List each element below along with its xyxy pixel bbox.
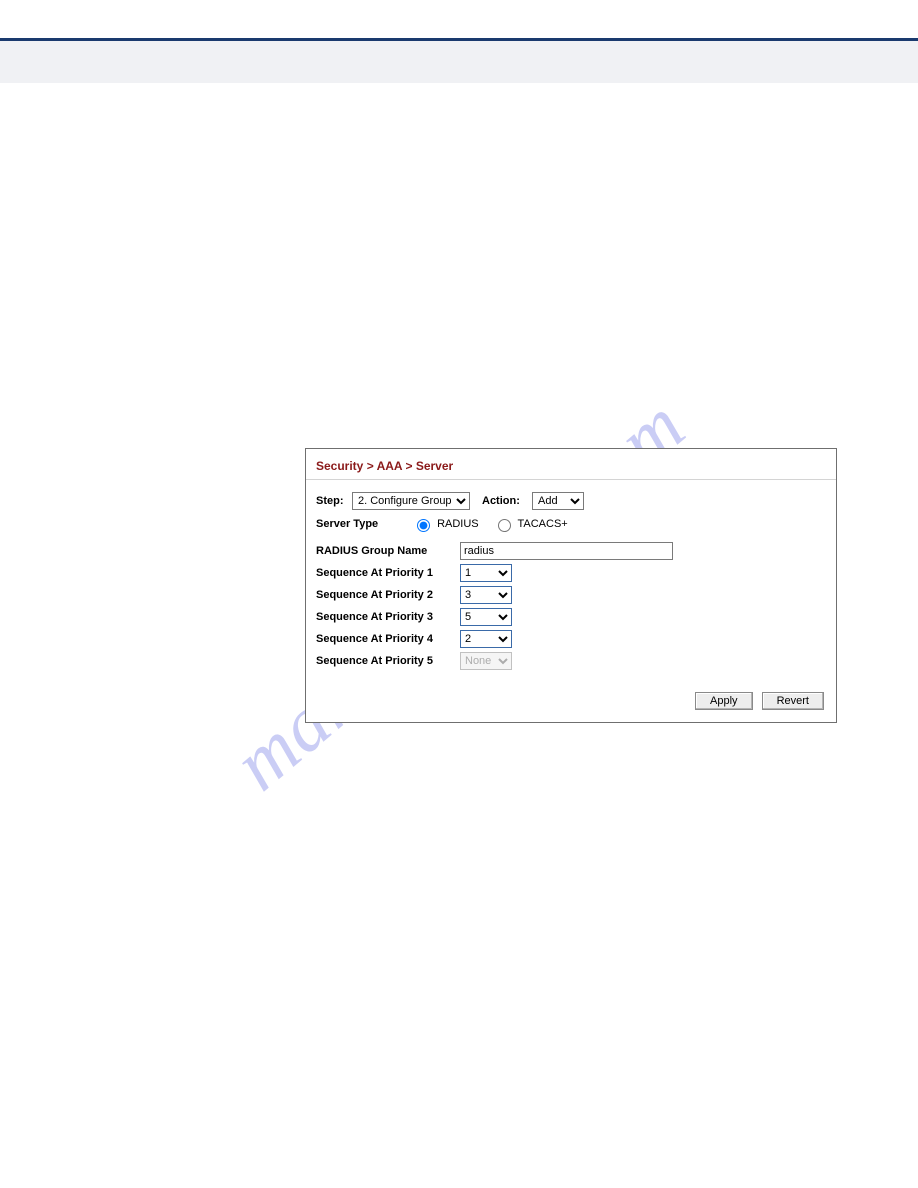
action-select[interactable]: Add [532,492,584,510]
radio-tacacs[interactable] [498,519,511,532]
priority-row-2: Sequence At Priority 2 3 [316,586,826,604]
priority-select-1[interactable]: 1 [460,564,512,582]
revert-button[interactable]: Revert [762,692,824,710]
priority-row-5: Sequence At Priority 5 None [316,652,826,670]
priority-label-5: Sequence At Priority 5 [316,655,460,667]
priority-select-5: None [460,652,512,670]
radio-radius-text: RADIUS [437,518,479,530]
server-type-row: Server Type RADIUS TACACS+ [316,516,826,532]
priority-label-2: Sequence At Priority 2 [316,589,460,601]
priority-row-4: Sequence At Priority 4 2 [316,630,826,648]
priority-select-4[interactable]: 2 [460,630,512,648]
apply-button[interactable]: Apply [695,692,753,710]
priority-label-4: Sequence At Priority 4 [316,633,460,645]
radio-tacacs-text: TACACS+ [517,518,567,530]
priority-label-3: Sequence At Priority 3 [316,611,460,623]
radio-radius-label[interactable]: RADIUS [412,516,479,532]
panel-body: Step: 2. Configure Group Action: Add Ser… [306,480,836,684]
priority-label-1: Sequence At Priority 1 [316,567,460,579]
group-name-input[interactable] [460,542,673,560]
radio-radius[interactable] [417,519,430,532]
header-band [0,38,918,83]
priority-row-1: Sequence At Priority 1 1 [316,564,826,582]
step-action-row: Step: 2. Configure Group Action: Add [316,492,826,510]
priority-select-3[interactable]: 5 [460,608,512,626]
group-name-row: RADIUS Group Name [316,542,826,560]
group-name-label: RADIUS Group Name [316,545,460,557]
breadcrumb: Security > AAA > Server [306,449,836,480]
step-select[interactable]: 2. Configure Group [352,492,470,510]
button-row: Apply Revert [306,684,836,722]
step-label: Step: [316,495,352,507]
priority-select-2[interactable]: 3 [460,586,512,604]
radio-tacacs-label[interactable]: TACACS+ [493,516,568,532]
config-panel: Security > AAA > Server Step: 2. Configu… [305,448,837,723]
action-label: Action: [482,495,532,507]
priority-row-3: Sequence At Priority 3 5 [316,608,826,626]
server-type-label: Server Type [316,518,412,530]
